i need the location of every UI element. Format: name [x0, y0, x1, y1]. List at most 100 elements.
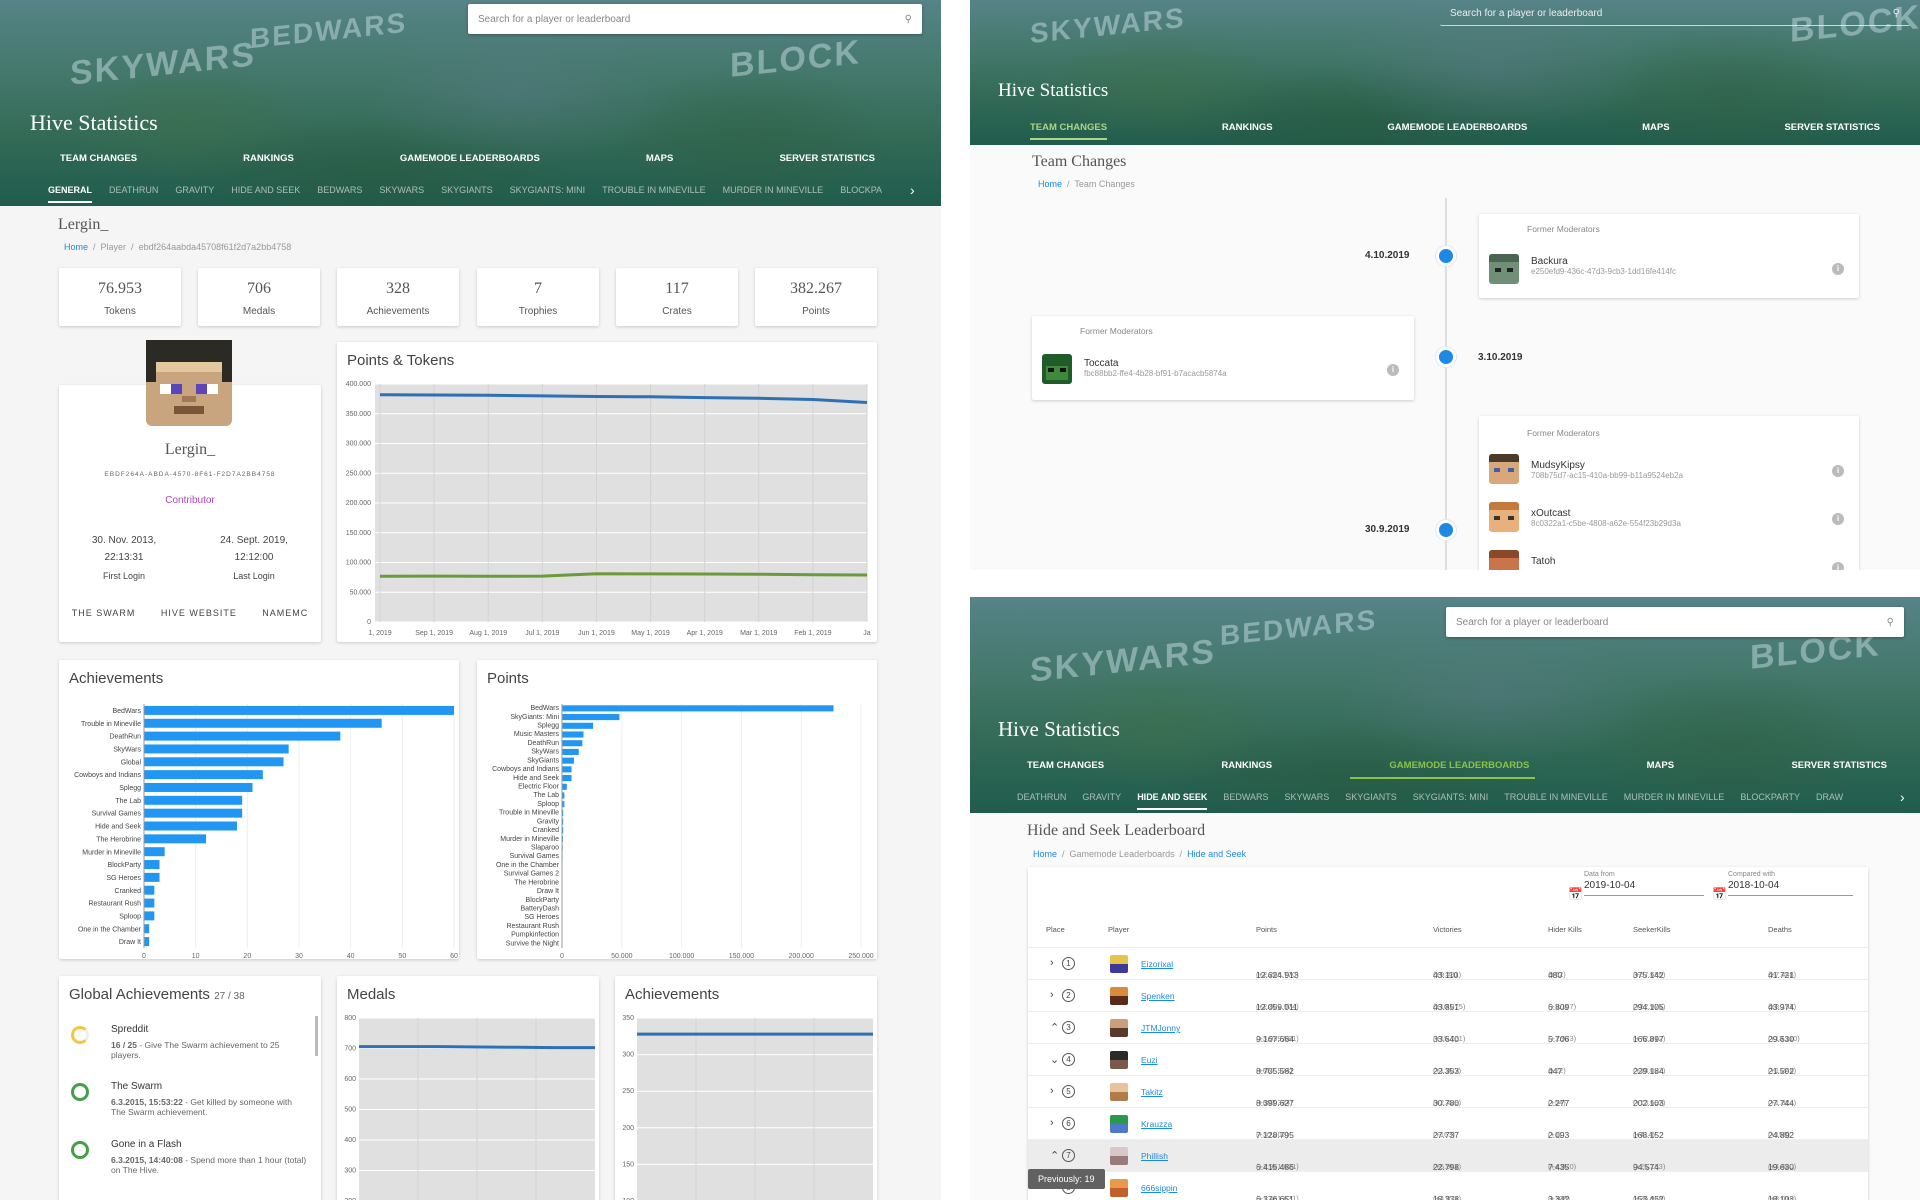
tab-trouble-in-mineville[interactable]: TROUBLE IN MINEVILLE: [1504, 792, 1608, 810]
col-place[interactable]: Place: [1046, 925, 1065, 934]
expand-chevron-icon[interactable]: ›: [1050, 957, 1054, 969]
compared-with-field[interactable]: Compared with 2018-10-04: [1728, 871, 1853, 896]
member[interactable]: MudsyKipsy 708b75d7-ac15-410a-bb99-b11a9…: [1531, 460, 1683, 480]
search-icon[interactable]: ⚲: [1887, 617, 1894, 628]
tab-gravity[interactable]: GRAVITY: [1082, 792, 1121, 810]
nav-team-changes[interactable]: TEAM CHANGES: [1027, 760, 1104, 771]
tab-bedwars[interactable]: BEDWARS: [317, 185, 362, 203]
search-input[interactable]: Search for a player or leaderboard ⚲: [468, 4, 922, 34]
tab-hide-and-seek[interactable]: HIDE AND SEEK: [1137, 792, 1208, 810]
tab-draw[interactable]: DRAW: [1816, 792, 1843, 810]
link-the-swarm[interactable]: THE SWARM: [72, 608, 136, 618]
nav-gamemode-leaderboards[interactable]: GAMEMODE LEADERBOARDS: [1389, 760, 1529, 771]
tab-skygiants-mini[interactable]: SKYGIANTS: MINI: [510, 185, 586, 203]
link-hive-website[interactable]: HIVE WEBSITE: [161, 608, 237, 618]
breadcrumb-hide-and-seek[interactable]: Hide and Seek: [1187, 849, 1246, 859]
col-player[interactable]: Player: [1108, 925, 1129, 934]
nav-maps[interactable]: MAPS: [1647, 760, 1674, 771]
player-link[interactable]: Eizorixal: [1141, 959, 1173, 969]
table-row[interactable]: › 1 Eizorixal 12.624.913 (+2.266.770) 43.110…: [1028, 947, 1868, 980]
tab-skygiants-mini[interactable]: SKYGIANTS: MINI: [1413, 792, 1489, 810]
breadcrumb-gamemode-leaderboards[interactable]: Gamemode Leaderboards: [1070, 849, 1175, 859]
member[interactable]: Backura e250efd9-436c-47d3-9cb3-1dd16fe4…: [1531, 256, 1676, 276]
nav-server-statistics[interactable]: SERVER STATISTICS: [779, 153, 875, 164]
tab-gravity[interactable]: GRAVITY: [175, 185, 214, 203]
nav-rankings[interactable]: RANKINGS: [243, 153, 294, 164]
table-row[interactable]: › 6 Krauzza 7.128.795 (+30.902) 27.737 (+163…: [1028, 1107, 1868, 1140]
calendar-icon[interactable]: 📅: [1712, 887, 1727, 901]
tab-skygiants[interactable]: SKYGIANTS: [1345, 792, 1397, 810]
player-link[interactable]: Spenken: [1141, 991, 1175, 1001]
nav-gamemode-leaderboards[interactable]: GAMEMODE LEADERBOARDS: [1387, 122, 1527, 140]
tab-bedwars[interactable]: BEDWARS: [1223, 792, 1268, 810]
nav-team-changes[interactable]: TEAM CHANGES: [60, 153, 137, 164]
expand-chevron-icon[interactable]: ⌄: [1050, 1053, 1059, 1066]
player-link[interactable]: Euzi: [1141, 1055, 1158, 1065]
calendar-icon[interactable]: 📅: [1568, 887, 1583, 901]
col-deaths[interactable]: Deaths: [1768, 925, 1792, 934]
expand-chevron-icon[interactable]: ⌃: [1050, 1021, 1059, 1034]
nav-server-statistics[interactable]: SERVER STATISTICS: [1791, 760, 1887, 771]
data-from-field[interactable]: Data from 2019-10-04: [1584, 871, 1704, 896]
info-icon[interactable]: i: [1832, 562, 1844, 570]
chevron-right-icon[interactable]: ›: [910, 182, 915, 198]
tab-general[interactable]: GENERAL: [48, 185, 93, 203]
member[interactable]: xOutcast 8c0322a1-c5be-4808-a62e-554f23b…: [1531, 508, 1681, 528]
nav-maps[interactable]: MAPS: [1642, 122, 1669, 140]
expand-chevron-icon[interactable]: ⌃: [1050, 1149, 1059, 1162]
nav-gamemode-leaderboards[interactable]: GAMEMODE LEADERBOARDS: [400, 153, 540, 164]
search-input[interactable]: Search for a player or leaderboard ⚲: [1440, 2, 1910, 26]
tab-skywars[interactable]: SKYWARS: [379, 185, 424, 203]
table-row[interactable]: ⌃ 7 Phillish 6.415.486 (+1.951.621) 22.798 (…: [1028, 1139, 1868, 1172]
breadcrumb-home[interactable]: Home: [1038, 179, 1062, 189]
col-victories[interactable]: Victories: [1433, 925, 1462, 934]
nav-maps[interactable]: MAPS: [646, 153, 673, 164]
timeline-dot[interactable]: [1436, 246, 1456, 266]
tab-deathrun[interactable]: DEATHRUN: [109, 185, 158, 203]
tab-blockparty[interactable]: BLOCKPA: [840, 185, 882, 203]
info-icon[interactable]: i: [1832, 465, 1844, 477]
tab-hide-and-seek[interactable]: HIDE AND SEEK: [231, 185, 300, 203]
timeline-dot[interactable]: [1436, 347, 1456, 367]
nav-server-statistics[interactable]: SERVER STATISTICS: [1784, 122, 1880, 140]
table-row[interactable]: › 5 Takitz 8.399.627 (+683.334) 30.780 (+2.4…: [1028, 1075, 1868, 1108]
player-link[interactable]: JTMJonny: [1141, 1023, 1180, 1033]
tab-skygiants[interactable]: SKYGIANTS: [441, 185, 493, 203]
table-row[interactable]: ›8666sippin6.376.651 (+1.461.631)18.338 …: [1028, 1171, 1868, 1200]
table-row[interactable]: ⌄ 4 Euzi 8.705.562 (+657.924) 22.353 (+1.807…: [1028, 1043, 1868, 1076]
player-link[interactable]: 666sippin: [1141, 1183, 1177, 1193]
search-icon[interactable]: ⚲: [1893, 8, 1900, 19]
member[interactable]: Tatoh: [1531, 556, 1555, 567]
col-points[interactable]: Points: [1256, 925, 1277, 934]
tab-blockparty[interactable]: BLOCKPARTY: [1740, 792, 1800, 810]
member[interactable]: Toccata fbc88bb2-ffe4-4b28-bf91-b7acacb5…: [1084, 358, 1227, 378]
expand-chevron-icon[interactable]: ›: [1050, 989, 1054, 1001]
breadcrumb-home[interactable]: Home: [1033, 849, 1057, 859]
expand-chevron-icon[interactable]: ›: [1050, 1117, 1054, 1129]
info-icon[interactable]: i: [1832, 263, 1844, 275]
player-link[interactable]: Krauzza: [1141, 1119, 1172, 1129]
search-input[interactable]: Search for a player or leaderboard ⚲: [1446, 607, 1904, 637]
table-row[interactable]: › 2 Spenken 12.059.011 (+2.809.974) 43.851 (…: [1028, 979, 1868, 1012]
table-row[interactable]: ⌃ 3 JTMJonny 9.167.664 (+3.999.591) 33.640 (…: [1028, 1011, 1868, 1044]
tab-skywars[interactable]: SKYWARS: [1285, 792, 1330, 810]
nav-team-changes[interactable]: TEAM CHANGES: [1030, 122, 1108, 140]
tab-deathrun[interactable]: DEATHRUN: [1017, 792, 1066, 810]
link-namemc[interactable]: NAMEMC: [262, 608, 308, 618]
breadcrumb-home[interactable]: Home: [64, 242, 88, 252]
col-hider-kills[interactable]: Hider Kills: [1548, 925, 1582, 934]
scrollbar[interactable]: [315, 1016, 318, 1056]
tab-murder-in-mineville[interactable]: MURDER IN MINEVILLE: [723, 185, 824, 203]
nav-rankings[interactable]: RANKINGS: [1221, 760, 1272, 771]
info-icon[interactable]: i: [1832, 513, 1844, 525]
tab-murder-in-mineville[interactable]: MURDER IN MINEVILLE: [1624, 792, 1725, 810]
col-seeker-kills[interactable]: SeekerKills: [1633, 925, 1671, 934]
expand-chevron-icon[interactable]: ›: [1050, 1085, 1054, 1097]
search-icon[interactable]: ⚲: [905, 14, 912, 25]
info-icon[interactable]: i: [1387, 364, 1399, 376]
nav-rankings[interactable]: RANKINGS: [1222, 122, 1273, 140]
tab-trouble-in-mineville[interactable]: TROUBLE IN MINEVILLE: [602, 185, 706, 203]
timeline-dot[interactable]: [1436, 520, 1456, 540]
player-link[interactable]: Phillish: [1141, 1151, 1168, 1161]
player-link[interactable]: Takitz: [1141, 1087, 1163, 1097]
